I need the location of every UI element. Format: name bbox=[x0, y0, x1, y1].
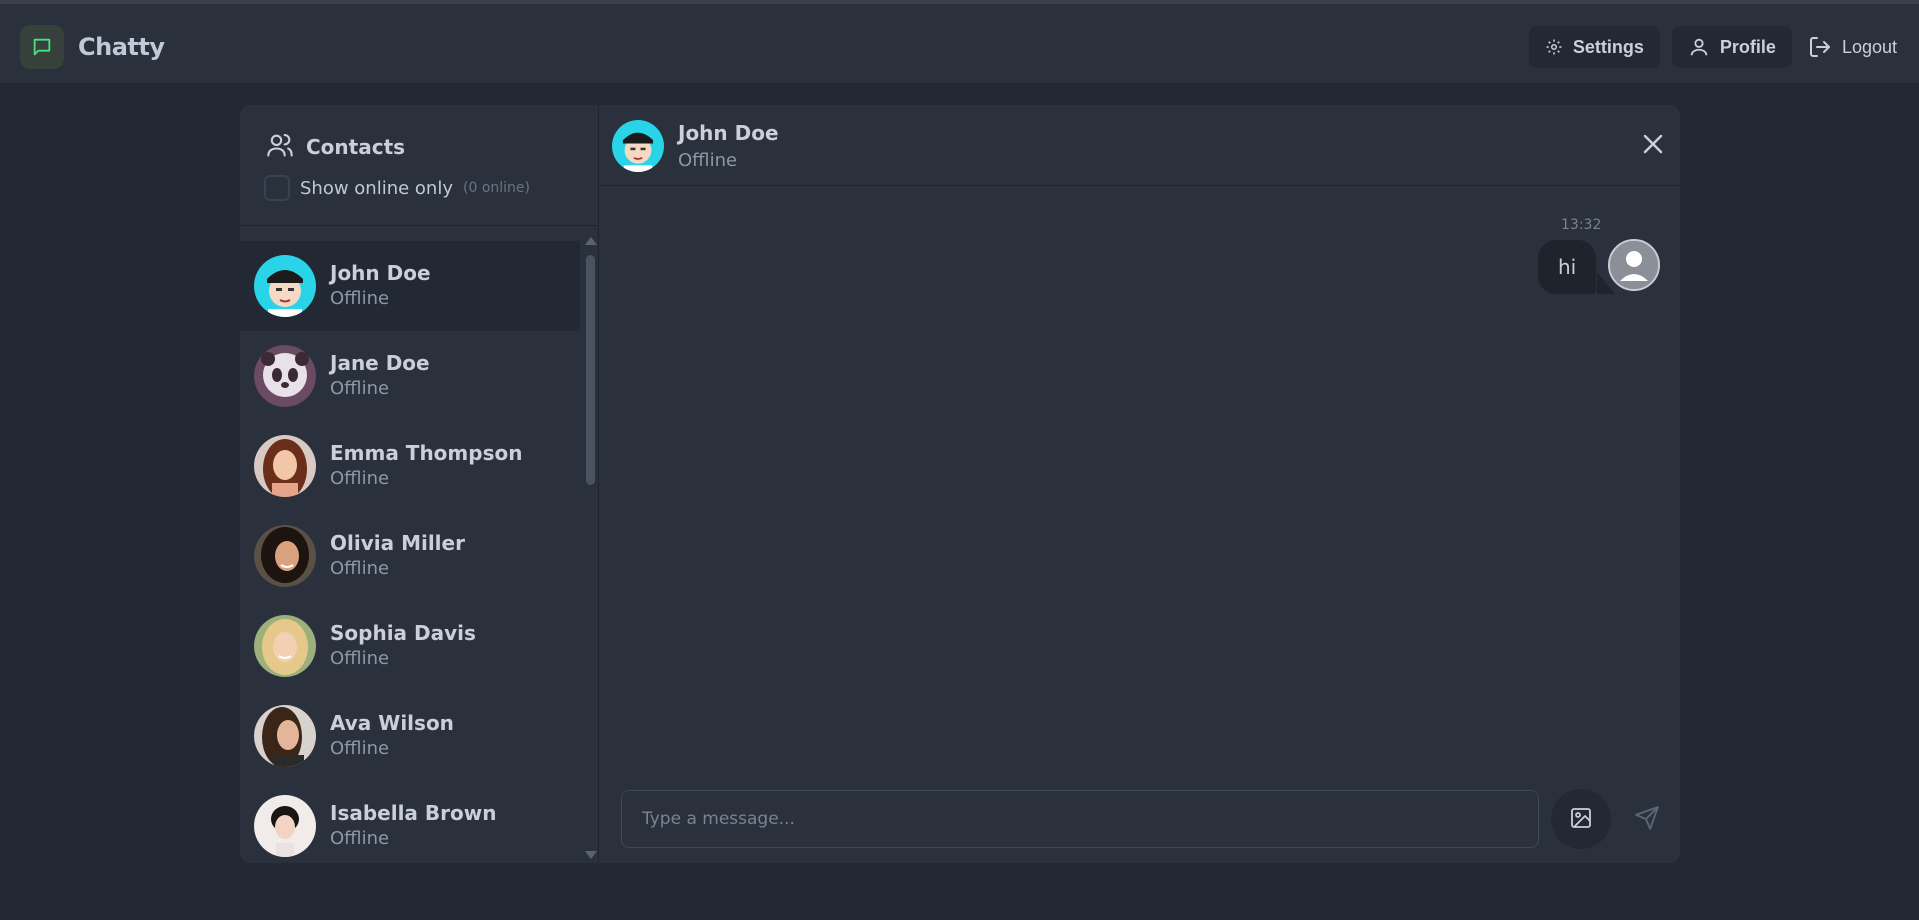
contact-status: Offline bbox=[330, 648, 390, 669]
contacts-title: Contacts bbox=[266, 131, 405, 163]
my-avatar bbox=[1608, 239, 1660, 291]
app-name: Chatty bbox=[78, 33, 165, 61]
contact-status: Offline bbox=[330, 468, 390, 489]
close-chat-button[interactable] bbox=[1640, 132, 1666, 158]
contacts-title-text: Contacts bbox=[306, 135, 406, 159]
contact-status: Offline bbox=[330, 558, 390, 579]
online-filter[interactable]: Show online only (0 online) bbox=[264, 175, 530, 201]
contacts-sidebar: Contacts Show online only (0 online) Joh… bbox=[240, 105, 599, 863]
message-list: 13:32 hi bbox=[599, 187, 1680, 767]
contact-info: Sophia Davis Offline bbox=[330, 620, 476, 672]
message-composer bbox=[599, 767, 1680, 863]
contact-name: Sophia Davis bbox=[330, 621, 476, 645]
chat-header: John Doe Offline bbox=[599, 105, 1680, 186]
message-text: hi bbox=[1558, 255, 1577, 279]
avatar bbox=[254, 795, 316, 857]
close-icon bbox=[1641, 134, 1665, 159]
settings-label: Settings bbox=[1572, 36, 1644, 57]
contact-info: Ava Wilson Offline bbox=[330, 710, 454, 762]
contact-item[interactable]: Jane Doe Offline bbox=[240, 331, 580, 421]
attach-image-button[interactable] bbox=[1551, 789, 1611, 849]
scroll-up-icon[interactable] bbox=[585, 237, 597, 245]
profile-label: Profile bbox=[1719, 36, 1776, 57]
avatar bbox=[254, 255, 316, 317]
contact-name: John Doe bbox=[330, 261, 431, 285]
send-button[interactable] bbox=[1619, 789, 1675, 849]
contact-info: Jane Doe Offline bbox=[330, 350, 430, 402]
contact-info: Olivia Miller Offline bbox=[330, 530, 465, 582]
chat-card: Contacts Show online only (0 online) Joh… bbox=[240, 105, 1680, 863]
show-online-checkbox[interactable] bbox=[264, 175, 290, 201]
contact-status: Offline bbox=[330, 828, 390, 849]
message-time: 13:32 bbox=[1561, 217, 1602, 233]
chat-contact-status: Offline bbox=[678, 150, 738, 171]
avatar bbox=[254, 615, 316, 677]
contacts-scrollbar[interactable] bbox=[583, 229, 597, 863]
avatar bbox=[254, 435, 316, 497]
profile-button[interactable]: Profile bbox=[1671, 26, 1792, 68]
image-icon bbox=[1569, 806, 1593, 833]
user-icon bbox=[1688, 36, 1710, 58]
contact-name: Jane Doe bbox=[330, 351, 430, 375]
online-count: (0 online) bbox=[463, 180, 530, 196]
logout-label: Logout bbox=[1841, 36, 1897, 57]
contact-item[interactable]: Olivia Miller Offline bbox=[240, 511, 580, 601]
message-square-icon bbox=[20, 25, 64, 69]
chat-contact-name: John Doe bbox=[678, 121, 779, 145]
contact-name: Olivia Miller bbox=[330, 531, 465, 555]
brand[interactable]: Chatty bbox=[20, 25, 165, 69]
avatar bbox=[254, 525, 316, 587]
show-online-label: Show online only bbox=[300, 177, 453, 199]
contacts-header: Contacts Show online only (0 online) bbox=[240, 105, 599, 226]
logout-button[interactable]: Logout bbox=[1804, 26, 1901, 68]
contact-item[interactable]: Ava Wilson Offline bbox=[240, 691, 580, 781]
chat-panel: John Doe Offline 13:32 hi bbox=[599, 105, 1680, 863]
contact-item[interactable]: Isabella Brown Offline bbox=[240, 781, 580, 863]
message-input[interactable] bbox=[621, 790, 1539, 848]
contact-item[interactable]: Sophia Davis Offline bbox=[240, 601, 580, 691]
scroll-thumb[interactable] bbox=[586, 255, 595, 485]
contact-status: Offline bbox=[330, 288, 390, 309]
chat-avatar bbox=[612, 120, 664, 172]
contact-list: John Doe Offline Jane Doe Offline Emma T… bbox=[240, 241, 580, 863]
scroll-down-icon[interactable] bbox=[585, 851, 597, 859]
send-icon bbox=[1634, 805, 1660, 834]
contact-info: Isabella Brown Offline bbox=[330, 800, 496, 852]
contact-status: Offline bbox=[330, 738, 390, 759]
navbar: Chatty Settings Profile Logout bbox=[0, 4, 1919, 84]
settings-button[interactable]: Settings bbox=[1528, 26, 1660, 68]
users-icon bbox=[266, 131, 294, 163]
message-bubble: hi bbox=[1538, 240, 1597, 294]
contact-name: Ava Wilson bbox=[330, 711, 454, 735]
contact-name: Emma Thompson bbox=[330, 441, 523, 465]
contact-item[interactable]: Emma Thompson Offline bbox=[240, 421, 580, 511]
avatar bbox=[254, 705, 316, 767]
contact-item[interactable]: John Doe Offline bbox=[240, 241, 580, 331]
nav-actions: Settings Profile Logout bbox=[1528, 26, 1901, 68]
gear-icon bbox=[1545, 38, 1563, 56]
contact-info: Emma Thompson Offline bbox=[330, 440, 522, 492]
contact-name: Isabella Brown bbox=[330, 801, 497, 825]
avatar bbox=[254, 345, 316, 407]
logout-icon bbox=[1808, 35, 1832, 59]
contact-status: Offline bbox=[330, 378, 390, 399]
contact-info: John Doe Offline bbox=[330, 260, 431, 312]
